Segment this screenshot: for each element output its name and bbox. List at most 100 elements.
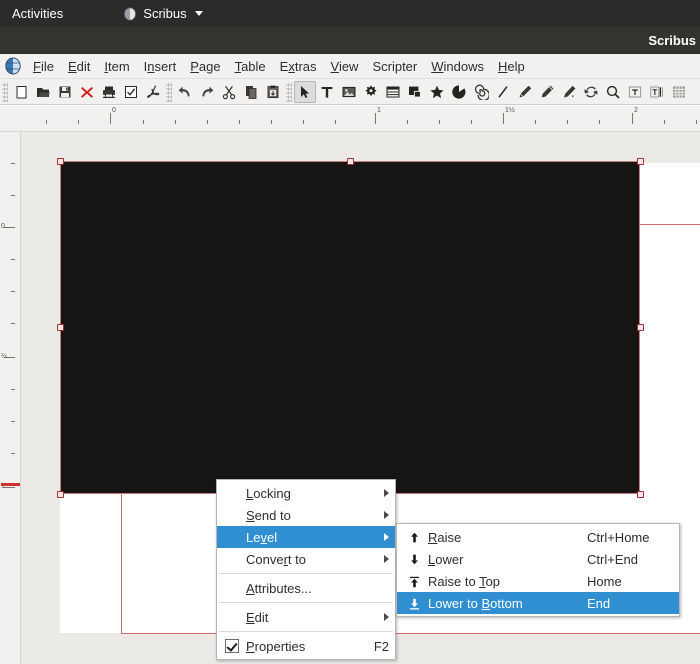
level-submenu[interactable]: Raise Ctrl+Home Lower Ctrl+End Raise to Top H… — [396, 523, 680, 617]
menubar-item-file[interactable]: File — [26, 56, 61, 77]
vertical-ruler[interactable]: 0½1 — [0, 132, 21, 664]
scribus-logo-icon — [4, 57, 22, 75]
toolbar-button-copy[interactable] — [240, 81, 262, 103]
ruler-tick — [471, 120, 472, 124]
toolbar-button-measurements[interactable] — [668, 81, 690, 103]
menubar-item-insert[interactable]: Insert — [137, 56, 184, 77]
toolbar-button-zoom-magnifier[interactable] — [602, 81, 624, 103]
toolbar-button-select-arrow[interactable] — [294, 80, 316, 103]
toolbar-button-open-folder[interactable] — [32, 81, 54, 103]
select-arrow-icon — [297, 84, 313, 100]
bezier-pen-icon — [517, 84, 533, 100]
selection-handle-middle-left[interactable] — [56, 324, 64, 331]
toolbar-button-arc[interactable] — [448, 81, 470, 103]
level-menu-item-lower-to-bottom[interactable]: Lower to Bottom End — [397, 592, 679, 614]
ruler-tick-major — [4, 227, 15, 228]
toolbar-button-redo[interactable] — [196, 81, 218, 103]
toolbar-button-paste[interactable] — [262, 81, 284, 103]
menubar-item-scripter[interactable]: Scripter — [365, 56, 424, 77]
context-menu-item-locking[interactable]: Locking — [217, 482, 395, 504]
app-indicator[interactable]: Scribus — [113, 0, 212, 27]
selection-handle-top-left[interactable] — [56, 157, 64, 165]
menubar: File Edit Item Insert Page Table Extras View Scr… — [0, 54, 700, 79]
toolbar-button-undo[interactable] — [174, 81, 196, 103]
level-menu-item-label: Raise to Top — [428, 573, 501, 589]
selection-handle-bottom-left[interactable] — [56, 490, 64, 498]
ruler-label: 1½ — [505, 107, 515, 114]
ruler-tick — [335, 120, 336, 124]
ruler-tick — [239, 120, 240, 124]
context-menu-item-label: Edit — [246, 609, 269, 625]
table-icon — [385, 84, 401, 100]
toolbar-button-cut[interactable] — [218, 81, 240, 103]
ruler-tick — [11, 323, 15, 324]
image-frame-icon — [341, 84, 357, 100]
toolbar-button-freehand-pencil[interactable] — [536, 81, 558, 103]
context-menu-item-properties[interactable]: Properties F2 — [217, 635, 395, 657]
horizontal-ruler[interactable]: 0 1 1½ 2 — [0, 106, 700, 132]
redo-icon — [199, 84, 215, 100]
toolbar-drag-handle[interactable] — [286, 81, 292, 102]
toolbar-drag-handle[interactable] — [2, 81, 8, 102]
ruler-label: 2 — [634, 107, 638, 114]
toolbar-button-image-frame[interactable] — [338, 81, 360, 103]
toolbar-button-close-document[interactable] — [76, 81, 98, 103]
activities-button[interactable]: Activities — [0, 0, 75, 27]
menubar-item-view[interactable]: View — [324, 56, 366, 77]
measurements-icon — [671, 84, 687, 100]
toolbar-button-render-frame[interactable] — [360, 81, 382, 103]
level-menu-item-raise[interactable]: Raise Ctrl+Home — [397, 526, 679, 548]
gnome-top-bar: Activities Scribus — [0, 0, 700, 27]
context-menu-item-convert-to[interactable]: Convert to — [217, 548, 395, 570]
toolbar-button-line[interactable] — [492, 81, 514, 103]
menubar-item-help[interactable]: Help — [491, 56, 532, 77]
cut-icon — [221, 84, 237, 100]
menubar-item-item[interactable]: Item — [97, 56, 136, 77]
selection-handle-bottom-right[interactable] — [636, 490, 644, 498]
context-menu-item-label: Locking — [246, 485, 291, 501]
toolbar-button-link-text-frames[interactable] — [646, 81, 668, 103]
ruler-label: 0 — [1, 223, 5, 230]
ruler-tick — [664, 120, 665, 124]
level-menu-item-lower[interactable]: Lower Ctrl+End — [397, 548, 679, 570]
toolbar-button-save[interactable] — [54, 81, 76, 103]
toolbar-button-export-pdf[interactable] — [142, 81, 164, 103]
toolbar-button-text-frame[interactable] — [316, 81, 338, 103]
context-menu-item-send-to[interactable]: Send to — [217, 504, 395, 526]
toolbar-button-polygon-star[interactable] — [426, 81, 448, 103]
level-menu-item-label: Lower — [428, 551, 464, 567]
arrow-up-icon — [405, 531, 423, 544]
new-document-icon — [13, 84, 29, 100]
selection-handle-top-center[interactable] — [346, 157, 354, 165]
menubar-item-extras[interactable]: Extras — [273, 56, 324, 77]
freehand-pencil-icon — [539, 84, 555, 100]
edit-text-icon — [627, 84, 643, 100]
menu-separator — [219, 602, 393, 603]
toolbar-button-bezier-pen[interactable] — [514, 81, 536, 103]
menubar-item-windows[interactable]: Windows — [424, 56, 491, 77]
toolbar-drag-handle[interactable] — [166, 81, 172, 102]
selection-handle-top-right[interactable] — [636, 157, 644, 165]
toolbar-button-print[interactable] — [98, 81, 120, 103]
toolbar-button-rotate-item[interactable] — [580, 81, 602, 103]
item-context-menu[interactable]: Locking Send to Level Convert to Attributes.… — [216, 479, 396, 660]
toolbar-button-preflight-verifier[interactable] — [120, 81, 142, 103]
toolbar-button-shape[interactable] — [404, 81, 426, 103]
toolbar-button-spiral[interactable] — [470, 81, 492, 103]
toolbar-button-calligraphic-line[interactable] — [558, 81, 580, 103]
ruler-page-marker — [1, 483, 20, 486]
toolbar-button-table[interactable] — [382, 81, 404, 103]
context-menu-item-level[interactable]: Level — [217, 526, 395, 548]
menubar-item-table[interactable]: Table — [228, 56, 273, 77]
image-frame[interactable] — [60, 161, 640, 494]
ruler-tick — [567, 120, 568, 124]
menubar-item-edit[interactable]: Edit — [61, 56, 97, 77]
selection-handle-middle-right[interactable] — [636, 324, 644, 331]
checkmark-icon[interactable] — [225, 639, 239, 653]
level-menu-item-raise-to-top[interactable]: Raise to Top Home — [397, 570, 679, 592]
context-menu-item-attributes[interactable]: Attributes... — [217, 577, 395, 599]
toolbar-button-edit-text[interactable] — [624, 81, 646, 103]
context-menu-item-edit[interactable]: Edit — [217, 606, 395, 628]
toolbar-button-new-document[interactable] — [10, 81, 32, 103]
menubar-item-page[interactable]: Page — [183, 56, 227, 77]
